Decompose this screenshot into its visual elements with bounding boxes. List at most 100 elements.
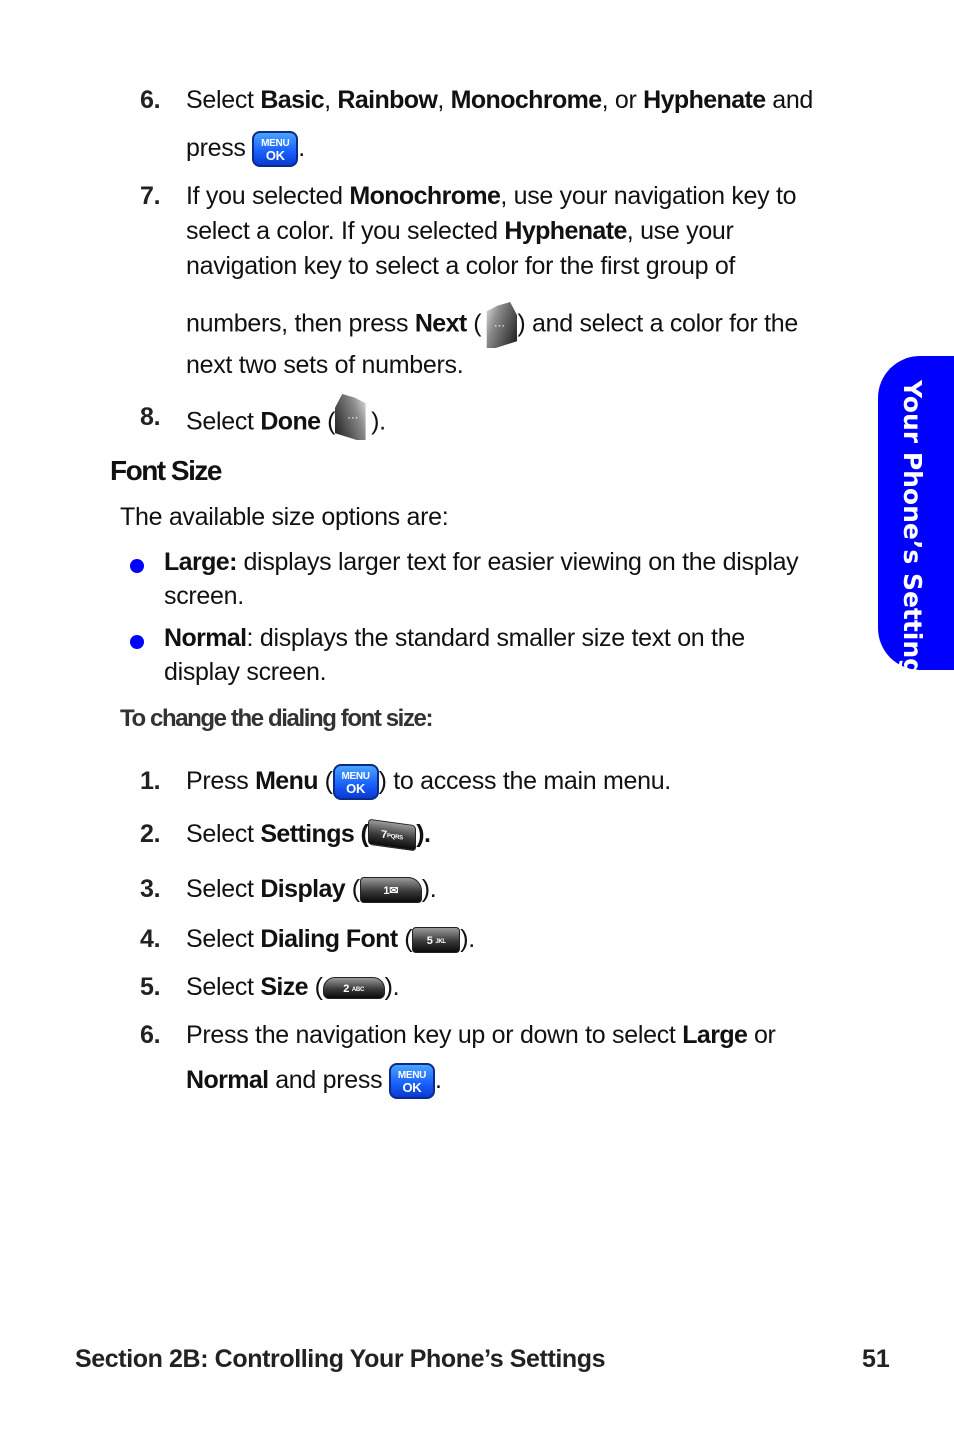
- key-7-icon: 7PQRS: [368, 819, 417, 852]
- step-bottom-5: 5. Select Size (2 ABC).: [140, 970, 870, 1005]
- bullet-text: displays larger text for easier viewing …: [236, 548, 799, 576]
- step-number: 6.: [140, 86, 161, 114]
- bullet-text: display screen.: [164, 658, 327, 686]
- bullet-item-large: Large: displays larger text for easier v…: [130, 545, 870, 613]
- text: , use your navigation key to: [500, 182, 797, 210]
- option-hyphenate: Hyphenate: [504, 217, 627, 245]
- text: ,: [324, 86, 338, 114]
- text: next two sets of numbers.: [186, 351, 464, 379]
- page-number: 51: [862, 1345, 890, 1373]
- step-number: 2.: [140, 820, 161, 848]
- step-bottom-2: 2. Select Settings (7PQRS).: [140, 817, 870, 852]
- step-bottom-4: 4. Select Dialing Font (5 JKL).: [140, 922, 870, 957]
- display-label: Display: [260, 875, 346, 903]
- text: ,: [437, 86, 451, 114]
- step-top-8: 8. Select Done (···).: [140, 400, 870, 446]
- key-letters: ABC: [351, 987, 364, 994]
- text: ).: [384, 973, 400, 1001]
- step-top-6: 6. Select Basic, Rainbow, Monochrome, or…: [140, 83, 870, 168]
- text: .: [298, 134, 305, 162]
- step-bottom-3: 3. Select Display (1✉).: [140, 872, 870, 907]
- text: ).: [371, 407, 386, 436]
- key-label: OK: [346, 781, 366, 797]
- step-number: 4.: [140, 925, 161, 953]
- text: Press: [186, 767, 256, 795]
- text: (: [397, 925, 413, 953]
- bullet-text: screen.: [164, 582, 244, 610]
- option-large: Large: [682, 1021, 748, 1049]
- text: or: [747, 1021, 776, 1049]
- envelope-icon: ✉: [389, 885, 399, 898]
- option-normal: Normal: [186, 1066, 269, 1094]
- menu-label: Menu: [255, 767, 318, 795]
- bullet-icon: [130, 635, 144, 649]
- softkey-next-label: Next: [414, 309, 467, 338]
- text: Select: [186, 875, 261, 903]
- text: numbers, then press: [186, 309, 415, 338]
- text: select a color. If you selected: [186, 217, 505, 245]
- menu-ok-key-icon: MENU OK: [252, 131, 299, 168]
- size-label: Size: [260, 973, 308, 1001]
- step-number: 7.: [140, 182, 161, 210]
- text: , use your: [626, 217, 734, 245]
- text: , or: [601, 86, 644, 114]
- intro-text: The available size options are:: [120, 503, 449, 531]
- option-basic: Basic: [260, 86, 325, 114]
- text: Select: [186, 407, 261, 436]
- bullet-icon: [130, 559, 144, 573]
- text: (: [466, 309, 482, 338]
- text: (: [317, 767, 333, 795]
- text: ).: [421, 875, 437, 903]
- procedure-heading: To change the dialing font size:: [120, 705, 434, 732]
- option-rainbow: Rainbow: [337, 86, 438, 114]
- bullet-item-normal: Normal: displays the standard smaller si…: [130, 621, 870, 689]
- text: press: [186, 134, 253, 162]
- section-heading: Font Size: [110, 455, 222, 486]
- text: ) to access the main menu.: [378, 767, 672, 795]
- step-number: 8.: [140, 403, 161, 431]
- text: Select: [186, 86, 261, 114]
- bullet-term: Normal: [164, 624, 247, 652]
- bullet-term: Large:: [164, 548, 237, 576]
- text: and press: [268, 1066, 389, 1094]
- option-monochrome: Monochrome: [450, 86, 603, 114]
- text: (: [345, 875, 360, 903]
- text: ).: [460, 925, 475, 953]
- text: Press the navigation key up or down to s…: [186, 1021, 683, 1049]
- key-label: OK: [265, 148, 285, 164]
- text: navigation key to select a color for the…: [186, 252, 736, 280]
- chapter-tab-label: Your Phone’s Settings: [898, 380, 927, 691]
- step-number: 6.: [140, 1021, 161, 1049]
- text: ).: [416, 820, 431, 848]
- key-2-icon: 2 ABC: [322, 977, 385, 1000]
- text: ) and select a color for the: [517, 309, 798, 338]
- step-number: 3.: [140, 875, 161, 903]
- key-digit: 5: [426, 935, 433, 948]
- option-monochrome: Monochrome: [349, 182, 501, 210]
- text: Select: [186, 973, 261, 1001]
- step-text: Select Done (···).: [186, 400, 870, 446]
- soft-key-icon: ···: [335, 394, 371, 440]
- step-bottom-6: 6. Press the navigation key up or down t…: [140, 1018, 870, 1100]
- text: (: [320, 407, 336, 436]
- step-text: If you selected Monochrome, use your nav…: [186, 179, 870, 383]
- text: and: [765, 86, 814, 114]
- key-digit: 2: [343, 983, 350, 996]
- text: If you selected: [186, 182, 350, 210]
- bullet-text: : displays the standard smaller size tex…: [246, 624, 746, 652]
- softkey-done-label: Done: [260, 407, 321, 436]
- footer-section-title: Section 2B: Controlling Your Phone’s Set…: [75, 1345, 606, 1373]
- step-number: 1.: [140, 767, 161, 795]
- text: Select: [186, 820, 261, 848]
- menu-ok-key-icon: MENU OK: [388, 1063, 435, 1100]
- text: .: [434, 1066, 442, 1094]
- soft-key-icon: ···: [486, 302, 518, 348]
- menu-ok-key-icon: MENU OK: [332, 764, 379, 801]
- step-bottom-1: 1. Press Menu (MENU OK) to access the mai…: [140, 764, 870, 801]
- option-hyphenate: Hyphenate: [643, 86, 766, 114]
- key-5-icon: 5 JKL: [412, 927, 461, 954]
- manual-page: 6. Select Basic, Rainbow, Monochrome, or…: [0, 0, 954, 1431]
- key-letters: PQRS: [387, 833, 404, 842]
- key-letters: JKL: [435, 939, 446, 946]
- step-text: Select Basic, Rainbow, Monochrome, or Hy…: [186, 83, 870, 168]
